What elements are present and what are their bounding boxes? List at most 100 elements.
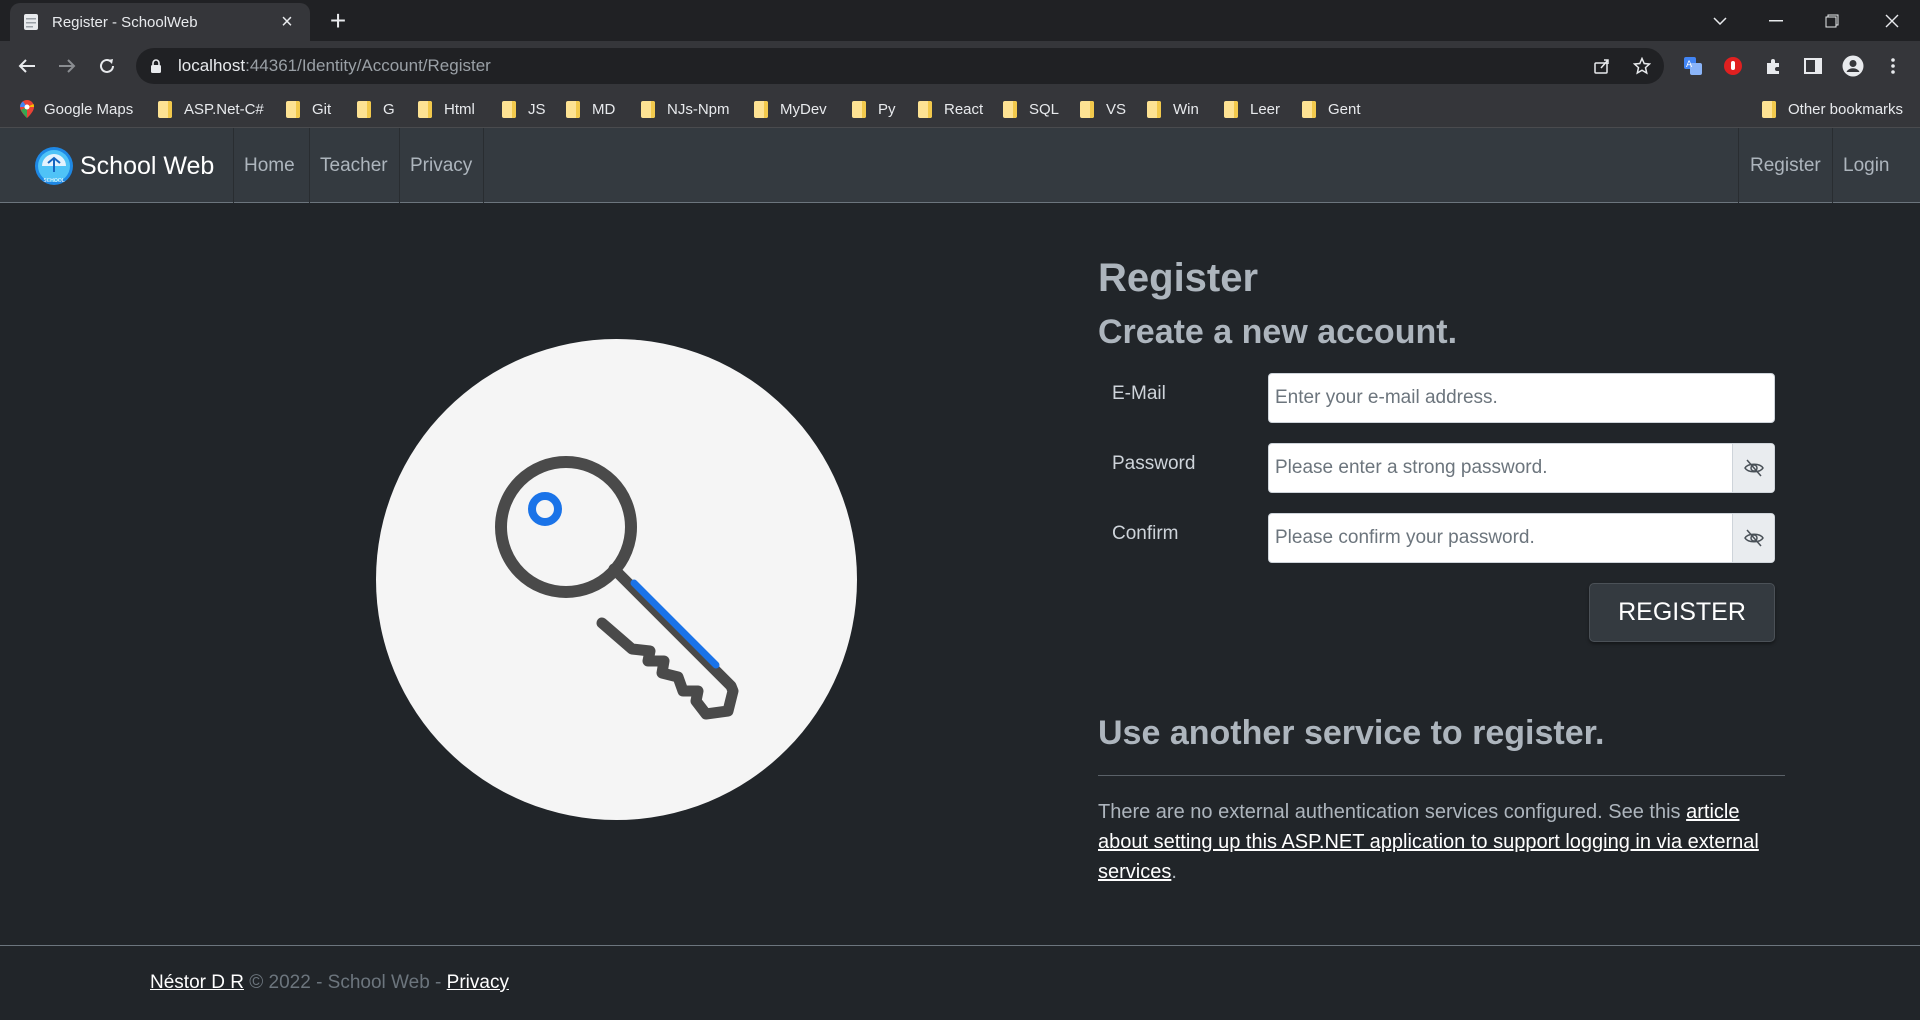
- footer-privacy-link[interactable]: Privacy: [447, 972, 509, 993]
- external-services-text: There are no external authentication ser…: [1098, 801, 1759, 883]
- svg-text:A: A: [1686, 60, 1693, 70]
- folder-icon: [1762, 100, 1776, 118]
- bookmark-folder[interactable]: MyDev: [754, 90, 827, 128]
- nav-divider: [1832, 128, 1833, 203]
- back-icon[interactable]: [10, 49, 44, 83]
- nav-divider: [483, 128, 484, 203]
- forward-icon[interactable]: [50, 49, 84, 83]
- bookmarks-bar: Google Maps ASP.Net-C# Git G Html JS MD …: [0, 90, 1920, 128]
- key-illustration: [376, 339, 857, 820]
- url-path: :44361/Identity/Account/Register: [245, 56, 491, 75]
- nav-privacy[interactable]: Privacy: [410, 128, 472, 203]
- bookmark-folder[interactable]: Gent: [1302, 90, 1361, 128]
- password-label: Password: [1112, 453, 1196, 474]
- share-icon[interactable]: [1586, 48, 1618, 84]
- external-services-title: Use another service to register.: [1098, 714, 1605, 752]
- bookmark-folder[interactable]: JS: [502, 90, 546, 128]
- folder-icon: [1147, 100, 1161, 118]
- folder-icon: [641, 100, 655, 118]
- bookmark-google-maps[interactable]: Google Maps: [20, 90, 133, 128]
- profile-icon[interactable]: [1836, 49, 1870, 83]
- reload-icon[interactable]: [90, 49, 124, 83]
- nav-divider: [309, 128, 310, 203]
- confirm-password-field[interactable]: [1269, 514, 1732, 562]
- close-tab-icon[interactable]: ×: [276, 11, 298, 33]
- email-field-wrapper: [1268, 373, 1775, 423]
- confirm-label: Confirm: [1112, 523, 1179, 544]
- folder-icon: [1302, 100, 1316, 118]
- password-field[interactable]: [1269, 444, 1732, 492]
- folder-icon: [418, 100, 432, 118]
- email-field[interactable]: [1269, 374, 1774, 422]
- nav-divider: [399, 128, 400, 203]
- translate-extension-icon[interactable]: A: [1676, 49, 1710, 83]
- nav-login[interactable]: Login: [1843, 128, 1890, 203]
- email-label: E-Mail: [1112, 383, 1166, 404]
- brand-name: School Web: [80, 151, 215, 180]
- bookmark-folder[interactable]: ASP.Net-C#: [158, 90, 264, 128]
- folder-icon: [1224, 100, 1238, 118]
- bookmark-folder[interactable]: MD: [566, 90, 615, 128]
- footer-divider: [0, 945, 1920, 946]
- site-navbar: SCHOOL School Web Home Teacher Privacy R…: [0, 128, 1920, 203]
- page-title: Register: [1098, 256, 1259, 300]
- folder-icon: [286, 100, 300, 118]
- folder-icon: [1003, 100, 1017, 118]
- folder-icon: [754, 100, 768, 118]
- folder-icon: [918, 100, 932, 118]
- menu-kebab-icon[interactable]: [1876, 49, 1910, 83]
- map-pin-icon: [20, 100, 34, 118]
- lock-icon: [150, 58, 164, 74]
- folder-icon: [566, 100, 580, 118]
- new-tab-icon[interactable]: +: [324, 7, 352, 36]
- address-bar[interactable]: localhost:44361/Identity/Account/Registe…: [136, 48, 1664, 84]
- tab-title: Register - SchoolWeb: [52, 13, 198, 31]
- nav-teacher[interactable]: Teacher: [320, 128, 388, 203]
- register-button[interactable]: REGISTER: [1589, 583, 1775, 642]
- form-subtitle: Create a new account.: [1098, 313, 1458, 351]
- folder-icon: [357, 100, 371, 118]
- nav-divider: [233, 128, 234, 203]
- bookmark-folder[interactable]: Git: [286, 90, 331, 128]
- brand-link[interactable]: SCHOOL School Web: [34, 146, 214, 186]
- eye-slash-icon[interactable]: [1732, 514, 1774, 562]
- password-field-wrapper: [1268, 443, 1775, 493]
- svg-text:SCHOOL: SCHOOL: [43, 178, 64, 184]
- bookmark-star-icon[interactable]: [1626, 48, 1658, 84]
- divider: [1098, 775, 1785, 776]
- eye-slash-icon[interactable]: [1732, 444, 1774, 492]
- folder-icon: [158, 100, 172, 118]
- bookmark-folder[interactable]: G: [357, 90, 395, 128]
- folder-icon: [852, 100, 866, 118]
- close-window-icon[interactable]: [1864, 0, 1920, 41]
- nav-home[interactable]: Home: [244, 128, 295, 203]
- folder-icon: [502, 100, 516, 118]
- other-bookmarks[interactable]: Other bookmarks: [1762, 90, 1903, 128]
- side-panel-icon[interactable]: [1796, 49, 1830, 83]
- url-host: localhost: [178, 56, 246, 75]
- key-icon: [495, 456, 739, 720]
- adblock-extension-icon[interactable]: [1716, 49, 1750, 83]
- footer-author-link[interactable]: Néstor D R: [150, 972, 244, 993]
- confirm-field-wrapper: [1268, 513, 1775, 563]
- bookmark-folder[interactable]: SQL: [1003, 90, 1059, 128]
- bookmark-folder[interactable]: NJs-Npm: [641, 90, 730, 128]
- tab-search-icon[interactable]: [1692, 0, 1748, 41]
- nav-register[interactable]: Register: [1750, 128, 1821, 203]
- minimize-icon[interactable]: [1748, 0, 1804, 41]
- bookmark-folder[interactable]: Py: [852, 90, 896, 128]
- page-icon: [22, 13, 40, 31]
- browser-tabstrip: Register - SchoolWeb × +: [0, 0, 1920, 41]
- bookmark-folder[interactable]: Html: [418, 90, 475, 128]
- restore-icon[interactable]: [1804, 0, 1860, 41]
- bookmark-folder[interactable]: Win: [1147, 90, 1199, 128]
- folder-icon: [1080, 100, 1094, 118]
- bookmark-folder[interactable]: React: [918, 90, 983, 128]
- bookmark-folder[interactable]: VS: [1080, 90, 1126, 128]
- school-logo-icon: SCHOOL: [34, 146, 74, 186]
- footer: Néstor D R © 2022 - School Web - Privacy: [150, 972, 509, 993]
- browser-tab[interactable]: Register - SchoolWeb ×: [10, 3, 310, 41]
- extensions-puzzle-icon[interactable]: [1756, 49, 1790, 83]
- bookmark-folder[interactable]: Leer: [1224, 90, 1280, 128]
- browser-toolbar: localhost:44361/Identity/Account/Registe…: [0, 41, 1920, 90]
